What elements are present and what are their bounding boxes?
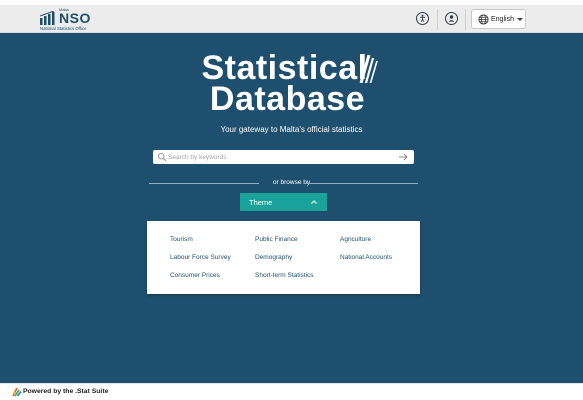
logo-subtitle: National Statistics Office xyxy=(40,26,87,31)
language-label: English xyxy=(491,15,514,23)
theme-link-national-accounts[interactable]: National Accounts xyxy=(340,254,392,261)
theme-link-agriculture[interactable]: Agriculture xyxy=(340,236,371,243)
chevron-up-icon xyxy=(311,200,317,204)
language-selector[interactable]: English xyxy=(471,9,526,29)
header-divider xyxy=(437,9,438,30)
accessibility-icon[interactable] xyxy=(416,12,429,25)
nso-logo[interactable]: Malta NSO National Statistics Office xyxy=(40,7,100,31)
footer-powered-by[interactable]: Powered by the .Stat Suite xyxy=(23,388,108,395)
user-icon[interactable] xyxy=(445,12,458,25)
theme-link-labour-force-survey[interactable]: Labour Force Survey xyxy=(170,254,231,261)
stat-mark-icon xyxy=(359,54,378,83)
page-title: Statistical Database xyxy=(0,51,583,118)
globe-icon xyxy=(478,14,489,25)
theme-list-panel: Tourism Public Finance Agriculture Labou… xyxy=(147,221,420,294)
search-input[interactable] xyxy=(168,150,388,164)
search-bar[interactable] xyxy=(153,150,414,164)
chevron-down-icon xyxy=(517,18,523,21)
theme-label: Theme xyxy=(249,198,273,207)
browse-by-theme-dropdown[interactable]: Theme xyxy=(240,193,327,211)
theme-link-demography[interactable]: Demography xyxy=(255,254,292,261)
hero-section: Statistical Database Your gateway to Mal… xyxy=(0,33,583,383)
footer: Powered by the .Stat Suite xyxy=(0,383,583,400)
theme-link-public-finance[interactable]: Public Finance xyxy=(255,236,298,243)
nso-logo-bars-icon xyxy=(40,11,55,25)
divider-right xyxy=(305,183,418,184)
theme-link-short-term-statistics[interactable]: Short-term Statistics xyxy=(255,272,314,279)
arrow-right-icon[interactable] xyxy=(398,152,409,162)
logo-name: NSO xyxy=(59,10,91,26)
page-subtitle: Your gateway to Malta's official statist… xyxy=(220,125,363,134)
page-title-line2: Database xyxy=(209,80,366,118)
theme-link-consumer-prices[interactable]: Consumer Prices xyxy=(170,272,220,279)
stat-suite-logo-icon[interactable] xyxy=(12,387,22,397)
search-icon xyxy=(157,152,167,162)
header-divider xyxy=(465,9,466,30)
top-header: Malta NSO National Statistics Office Eng… xyxy=(0,5,583,33)
browse-label: or browse by xyxy=(272,179,311,186)
theme-link-tourism[interactable]: Tourism xyxy=(170,236,193,243)
